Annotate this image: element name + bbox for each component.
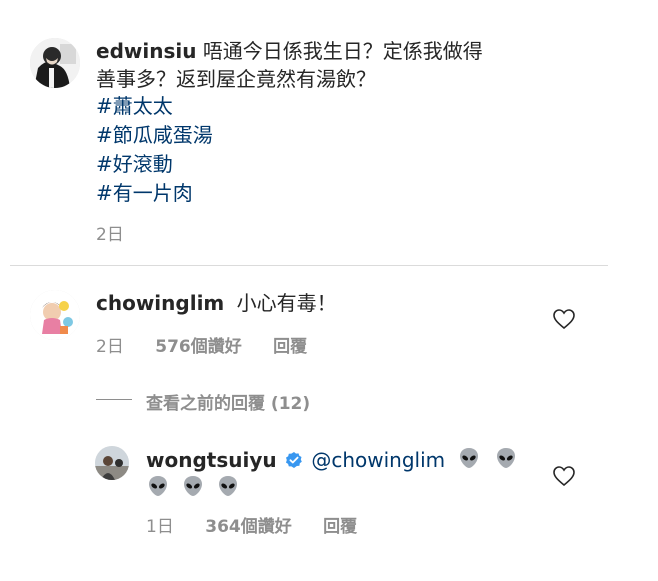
view-previous-replies-button[interactable]: 查看之前的回覆 (12) [146,394,310,414]
reply-timestamp: 1日 [146,517,174,537]
hashtag-link[interactable]: #節瓜咸蛋湯 [96,121,213,150]
heart-icon[interactable] [552,465,576,487]
hashtag-link[interactable]: #蕭太太 [96,92,213,121]
comment-timestamp: 2日 [96,337,124,357]
hashtag-link[interactable]: #有一片肉 [96,179,213,208]
wongtsuiyu-avatar[interactable] [95,446,129,480]
caption-username[interactable]: edwinsiu [96,39,196,63]
reply-username[interactable]: wongtsuiyu [146,448,277,472]
caption-timestamp: 2日 [96,225,124,245]
comment-username[interactable]: chowinglim [96,291,224,315]
edwinsiu-avatar[interactable] [30,38,80,88]
alien-emoji-group-1 [457,448,523,472]
alien-emoji-icon [494,446,518,477]
divider [10,265,608,266]
alien-emoji-icon [146,474,170,502]
alien-emoji-icon [216,474,240,502]
caption-text-line1: 唔通今日係我生日？定係我做得 [202,39,483,63]
mention-link[interactable]: @chowinglim [311,448,445,472]
reply-button[interactable]: 回覆 [323,517,357,537]
caption-text-line2: 善事多？返到屋企竟然有湯飲？ [96,67,376,91]
alien-emoji-icon [181,474,205,502]
heart-icon[interactable] [552,308,576,330]
comment-text: 小心有毒！ [236,291,337,315]
comment-likes[interactable]: 576個讚好 [155,337,242,357]
reply-button[interactable]: 回覆 [273,337,307,357]
alien-emoji-icon [457,446,481,477]
alien-emoji-group-2 [146,474,246,502]
hashtag-link[interactable]: #好滾動 [96,150,213,179]
chowinglim-avatar[interactable] [30,290,80,340]
view-replies-line [96,399,132,400]
reply-likes[interactable]: 364個讚好 [205,517,292,537]
verified-badge-icon [285,448,303,476]
